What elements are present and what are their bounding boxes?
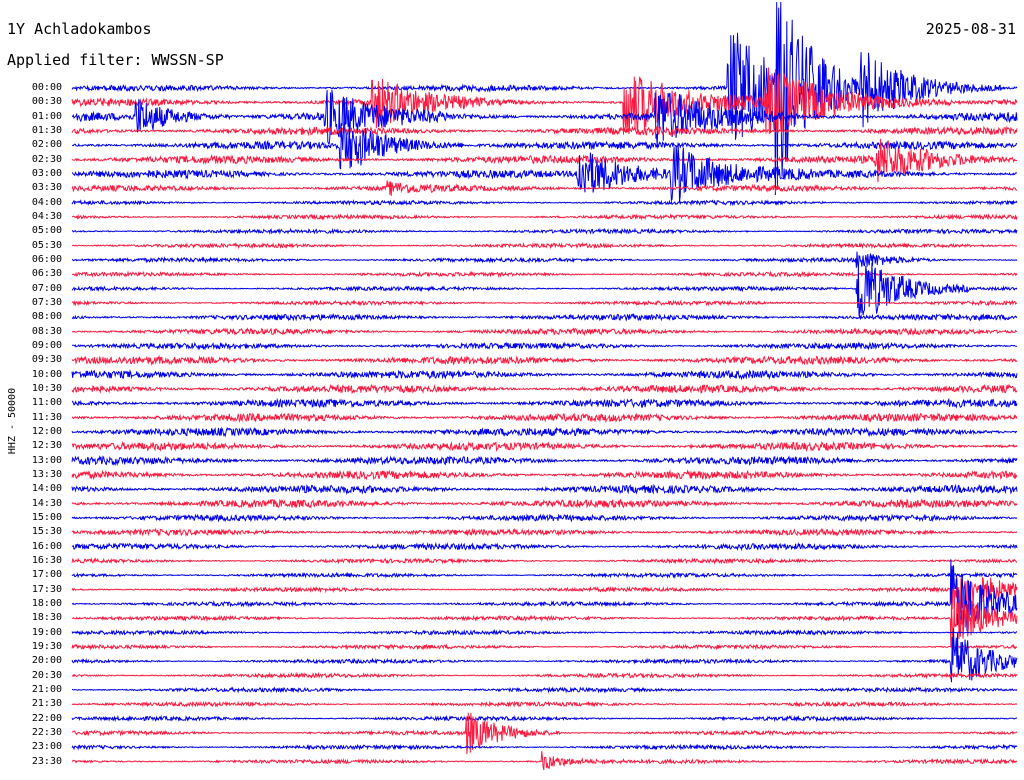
seismic-trace-1700 [71,571,1018,579]
seismic-trace-1230 [71,440,1018,452]
seismic-trace-1900 [71,628,1018,637]
seismic-trace-0600 [71,251,1018,268]
seismic-trace-2030 [71,671,1018,680]
seismic-trace-1100 [71,397,1018,409]
seismic-trace-0800 [71,312,1018,322]
seismic-trace-2130 [71,700,1018,708]
seismic-trace-1530 [71,527,1018,537]
seismic-trace-1400 [71,483,1018,496]
seismic-trace-1130 [71,412,1018,424]
seismic-trace-0430 [71,213,1018,221]
seismic-trace-1930 [71,643,1018,651]
seismic-trace-2330 [71,751,1018,771]
seismic-trace-1000 [71,369,1018,381]
helicorder-plot [71,1,1018,771]
seismic-trace-0400 [71,199,1018,207]
seismic-trace-1600 [71,541,1018,552]
seismic-trace-1200 [71,426,1018,438]
seismic-trace-0900 [71,341,1018,351]
seismic-trace-2200 [71,714,1018,723]
seismic-trace-0130 [71,125,1018,137]
seismic-trace-0330 [71,180,1018,196]
seismic-trace-1030 [71,383,1018,395]
seismic-trace-1330 [71,469,1018,481]
seismic-trace-0930 [71,354,1018,367]
seismic-trace-1830 [71,600,1018,647]
seismic-trace-0500 [71,227,1018,235]
seismic-trace-1500 [71,513,1018,523]
seismic-trace-0530 [71,241,1018,250]
seismic-trace-1630 [71,557,1018,565]
seismic-trace-1430 [71,498,1018,510]
seismic-trace-0300 [71,145,1018,203]
seismic-trace-0830 [71,327,1018,337]
seismic-trace-0730 [71,299,1018,307]
seismic-trace-2100 [71,686,1018,694]
seismic-trace-1300 [71,454,1018,467]
seismic-trace-2000 [71,628,1018,683]
seismic-trace-0700 [71,262,1018,316]
seismic-trace-1800 [71,559,1018,633]
seismic-trace-2300 [71,743,1018,751]
